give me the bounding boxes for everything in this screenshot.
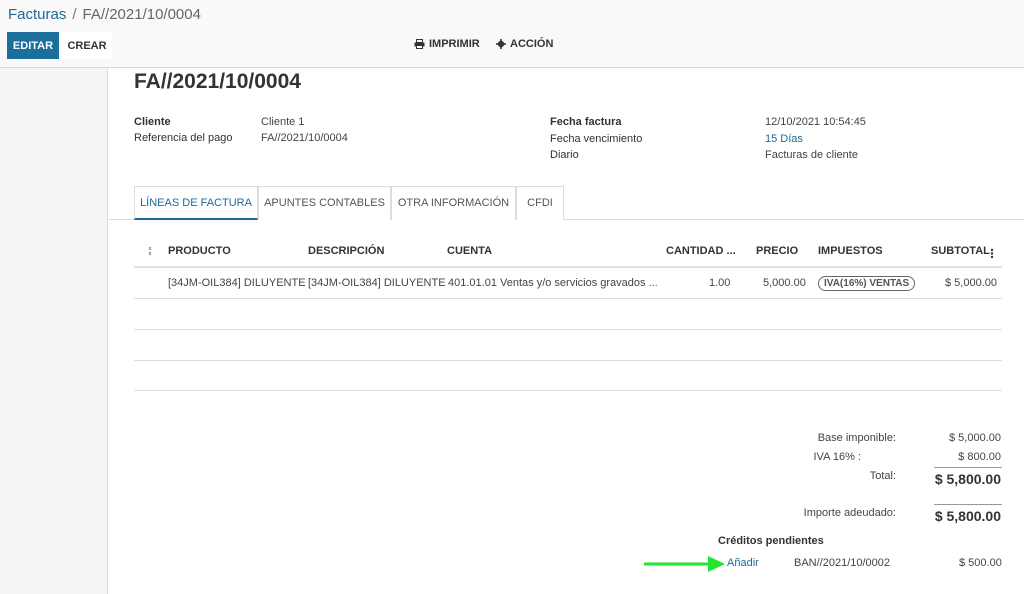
breadcrumb-parent-link[interactable]: Facturas bbox=[8, 6, 66, 23]
gear-icon bbox=[496, 39, 506, 49]
column-header-quantity[interactable]: CANTIDAD ... bbox=[666, 245, 736, 257]
column-options-icon[interactable] bbox=[990, 248, 994, 259]
action-label: ACCIÓN bbox=[510, 38, 554, 50]
base-value: $ 5,000.00 bbox=[949, 432, 1001, 444]
cell-description[interactable]: [34JM-OIL384] DILUYENTE bbox=[308, 277, 446, 289]
payment-ref-field[interactable]: FA//2021/10/0004 bbox=[261, 132, 348, 144]
client-label: Cliente bbox=[134, 116, 171, 128]
cell-product[interactable]: [34JM-OIL384] DILUYENTE bbox=[168, 277, 306, 289]
row-divider bbox=[134, 298, 1002, 299]
total-label: Total: bbox=[869, 470, 896, 482]
row-divider bbox=[134, 329, 1002, 330]
total-divider bbox=[934, 467, 1002, 468]
breadcrumb-separator: / bbox=[72, 6, 77, 23]
create-button[interactable]: CREAR bbox=[62, 32, 112, 59]
breadcrumb-current: FA//2021/10/0004 bbox=[82, 6, 201, 23]
print-menu-button[interactable]: IMPRIMIR bbox=[414, 38, 480, 50]
payment-ref-label: Referencia del pago bbox=[134, 132, 233, 144]
base-label: Base imponible: bbox=[817, 432, 896, 444]
tab-invoice-lines[interactable]: LÍNEAS DE FACTURA bbox=[134, 186, 258, 220]
cell-price[interactable]: 5,000.00 bbox=[763, 277, 806, 289]
amount-due-value: $ 5,800.00 bbox=[934, 508, 1001, 524]
tax-badge[interactable]: IVA(16%) VENTAS bbox=[818, 276, 916, 291]
column-header-description[interactable]: DESCRIPCIÓN bbox=[308, 245, 384, 257]
invoice-date-label: Fecha factura bbox=[550, 116, 622, 128]
tab-journal-items[interactable]: APUNTES CONTABLES bbox=[258, 186, 391, 220]
control-panel: Facturas / FA//2021/10/0004 EDITAR CREAR I… bbox=[0, 0, 1024, 68]
cell-subtotal[interactable]: $ 5,000.00 bbox=[945, 277, 997, 289]
edit-button[interactable]: EDITAR bbox=[7, 32, 59, 59]
client-field[interactable]: Cliente 1 bbox=[261, 116, 304, 128]
cell-quantity[interactable]: 1.00 bbox=[709, 277, 730, 289]
print-label: IMPRIMIR bbox=[429, 38, 480, 50]
breadcrumb: Facturas / FA//2021/10/0004 bbox=[8, 6, 201, 24]
amount-due-label: Importe adeudado: bbox=[803, 507, 896, 519]
journal-label: Diario bbox=[550, 149, 579, 161]
annotation-arrow-icon bbox=[644, 556, 725, 572]
column-header-price[interactable]: PRECIO bbox=[756, 245, 798, 257]
column-header-product[interactable]: PRODUCTO bbox=[168, 245, 231, 257]
table-header-divider bbox=[134, 266, 1002, 268]
tab-cfdi[interactable]: CFDI bbox=[516, 186, 564, 220]
action-menu-button[interactable]: ACCIÓN bbox=[496, 38, 553, 50]
due-date-field[interactable]: 15 Días bbox=[765, 133, 803, 145]
iva-label: IVA 16% : bbox=[813, 451, 862, 463]
row-divider bbox=[134, 390, 1002, 391]
credit-reference: BAN//2021/10/0002 bbox=[794, 557, 891, 569]
print-icon bbox=[414, 39, 425, 49]
cell-account[interactable]: 401.01.01 Ventas y/o servicios gravados … bbox=[448, 277, 658, 289]
tab-other-info[interactable]: OTRA INFORMACIÓN bbox=[391, 186, 516, 220]
column-header-subtotal[interactable]: SUBTOTAL bbox=[931, 245, 990, 257]
invoice-title: FA//2021/10/0004 bbox=[134, 70, 301, 93]
total-value: $ 5,800.00 bbox=[934, 471, 1001, 487]
drag-handle-icon bbox=[148, 246, 152, 256]
column-header-taxes[interactable]: IMPUESTOS bbox=[818, 245, 883, 257]
due-date-label: Fecha vencimiento bbox=[550, 133, 643, 145]
due-divider bbox=[934, 504, 1002, 505]
journal-field[interactable]: Facturas de cliente bbox=[765, 149, 858, 161]
iva-value: $ 800.00 bbox=[958, 451, 1001, 463]
side-background bbox=[0, 68, 108, 594]
invoice-date-field[interactable]: 12/10/2021 10:54:45 bbox=[765, 116, 866, 128]
outstanding-credits-title: Créditos pendientes bbox=[718, 535, 824, 547]
add-credit-link[interactable]: Añadir bbox=[727, 557, 759, 569]
row-divider bbox=[134, 360, 1002, 361]
credit-amount: $ 500.00 bbox=[959, 557, 1002, 569]
column-header-account[interactable]: CUENTA bbox=[447, 245, 492, 257]
